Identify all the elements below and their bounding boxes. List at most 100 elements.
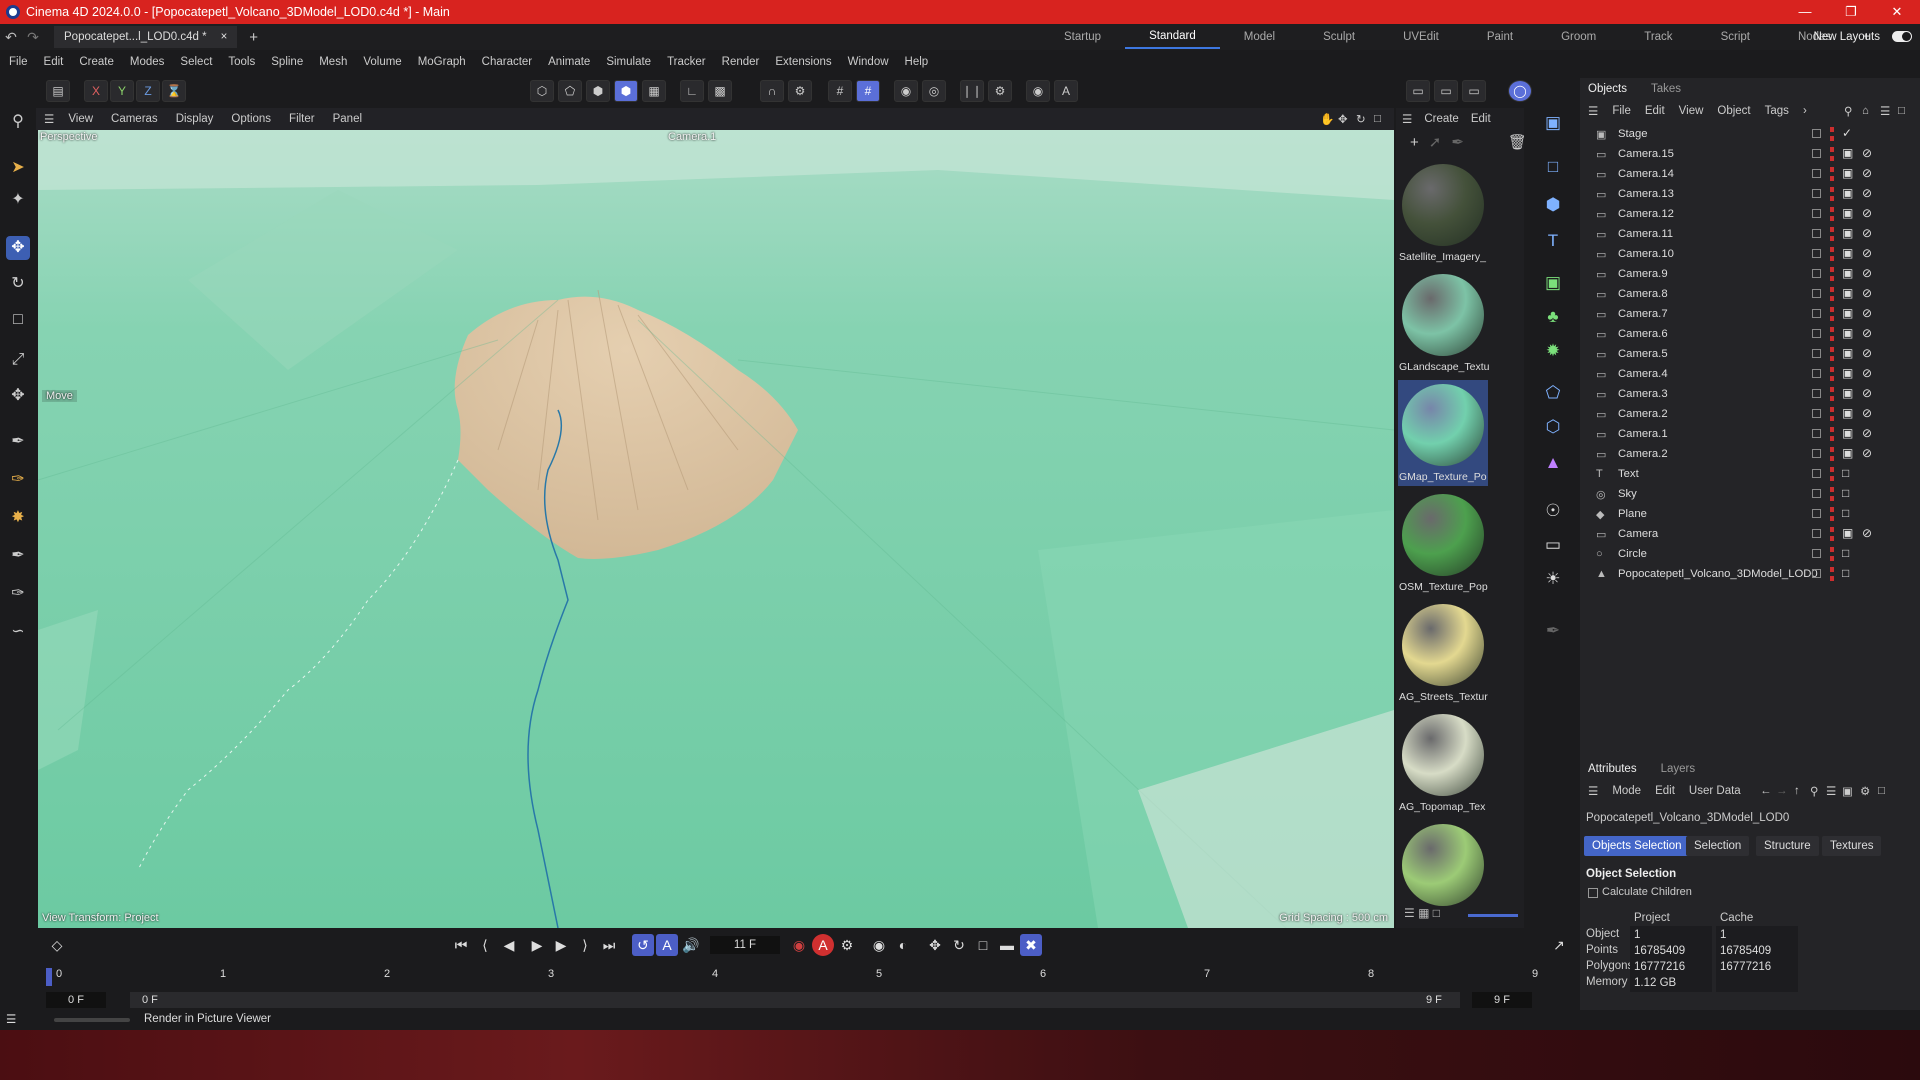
deformer-icon[interactable]: ⬠ [1540, 380, 1566, 406]
viewport-menu-display[interactable]: Display [176, 113, 214, 125]
layout-tab-model[interactable]: Model [1220, 24, 1299, 50]
camera-label[interactable]: Camera.1 [668, 131, 716, 143]
edges-mode-icon[interactable]: ⬠ [558, 80, 582, 102]
key-position-icon[interactable]: ◉ [868, 934, 890, 956]
protection-tag-icon[interactable]: ⊘ [1862, 426, 1872, 440]
menu-character[interactable]: Character [482, 56, 533, 68]
object-row[interactable]: ▭ Camera.13 ▣ ⊘ [1580, 184, 1920, 204]
object-tag-icon[interactable]: ▣ [1842, 446, 1853, 460]
menu-modes[interactable]: Modes [130, 56, 165, 68]
lock-x-axis-button[interactable]: X [84, 80, 108, 102]
menu-render[interactable]: Render [722, 56, 760, 68]
protection-tag-icon[interactable]: ⊘ [1862, 446, 1872, 460]
layer-checkbox[interactable] [1812, 449, 1821, 458]
key-settings-icon[interactable]: ⚙ [836, 934, 858, 956]
object-row[interactable]: ◎ Sky □ [1580, 484, 1920, 504]
new-material-icon[interactable]: + [1410, 134, 1419, 151]
visibility-dots-icon[interactable] [1830, 127, 1834, 141]
object-tag-icon[interactable]: ▣ [1842, 266, 1853, 280]
object-tag-icon[interactable]: ▣ [1842, 366, 1853, 380]
end-frame-field[interactable]: 9 F [1472, 992, 1532, 1008]
layout-tab-uvedit[interactable]: UVEdit [1379, 24, 1463, 50]
visibility-dots-icon[interactable] [1830, 527, 1834, 541]
previous-key-icon[interactable]: ⟨ [474, 934, 496, 956]
timeline-ruler[interactable]: 0 1 2 3 4 5 6 7 8 9 [46, 968, 1576, 990]
layer-checkbox[interactable] [1812, 129, 1821, 138]
protection-tag-icon[interactable]: ⊘ [1862, 226, 1872, 240]
tab-objects[interactable]: Objects [1588, 83, 1627, 95]
protection-tag-icon[interactable]: ⊘ [1862, 186, 1872, 200]
field-icon[interactable]: ⬡ [1540, 414, 1566, 440]
menu-file[interactable]: File [9, 56, 28, 68]
symmetry-settings-icon[interactable]: ⚙ [988, 80, 1012, 102]
layout-tab-paint[interactable]: Paint [1463, 24, 1537, 50]
layer-checkbox[interactable] [1812, 429, 1821, 438]
object-menu-view[interactable]: View [1679, 105, 1704, 117]
tab-attributes[interactable]: Attributes [1588, 763, 1637, 775]
layer-checkbox[interactable] [1812, 309, 1821, 318]
visibility-dots-icon[interactable] [1830, 347, 1834, 361]
object-row[interactable]: ▭ Camera.5 ▣ ⊘ [1580, 344, 1920, 364]
layer-checkbox[interactable] [1812, 569, 1821, 578]
textures-button[interactable]: Textures [1822, 836, 1882, 856]
layout-tab-sculpt[interactable]: Sculpt [1299, 24, 1379, 50]
visibility-dots-icon[interactable] [1830, 567, 1834, 581]
effector-icon[interactable]: ✹ [1540, 338, 1566, 364]
object-tag-icon[interactable]: ▣ [1842, 206, 1853, 220]
param-key-icon[interactable]: ▬ [996, 934, 1018, 956]
protection-tag-icon[interactable]: ⊘ [1862, 206, 1872, 220]
scale-key-icon[interactable]: □ [972, 934, 994, 956]
spline-sketch-icon[interactable]: ✑ [6, 468, 30, 492]
visibility-dots-icon[interactable] [1830, 407, 1834, 421]
up-arrow-icon[interactable]: ↑ [1794, 785, 1800, 797]
attribute-new-window-icon[interactable]: □ [1878, 785, 1885, 797]
lock-icon[interactable]: ▣ [1842, 784, 1853, 798]
layer-checkbox[interactable] [1812, 349, 1821, 358]
layout-tab-standard[interactable]: Standard [1125, 25, 1220, 49]
hair-icon[interactable]: ▲ [1540, 450, 1566, 476]
plugin-icon[interactable]: ✒ [1540, 618, 1566, 644]
viewport-rotate-icon[interactable]: ↻ [1356, 112, 1366, 126]
auto-keying-icon[interactable]: A [1054, 80, 1078, 102]
material-swatch[interactable]: AG_Topomap_Tex [1398, 710, 1488, 816]
cloner-icon[interactable]: ♣ [1540, 304, 1566, 330]
minimize-icon[interactable]: — [1782, 0, 1828, 24]
visibility-dots-icon[interactable] [1830, 187, 1834, 201]
search-icon[interactable]: ⚲ [6, 110, 30, 134]
knife-icon[interactable]: ✑ [6, 582, 30, 606]
render-settings-icon[interactable]: ◎ [922, 80, 946, 102]
material-swatch-selected[interactable]: GMap_Texture_Po [1398, 380, 1488, 486]
protection-tag-icon[interactable]: ⊘ [1862, 346, 1872, 360]
grid-icon[interactable]: # [828, 80, 852, 102]
material-zoom-slider[interactable] [1468, 914, 1518, 917]
previous-frame-icon[interactable]: ◀ [498, 934, 520, 956]
visibility-dots-icon[interactable] [1830, 547, 1834, 561]
layer-checkbox[interactable] [1812, 269, 1821, 278]
layout-tab-track[interactable]: Track [1620, 24, 1696, 50]
status-menu-icon[interactable]: ☰ [6, 1012, 16, 1026]
scale-tool-icon[interactable]: □ [6, 308, 30, 332]
layer-checkbox[interactable] [1812, 169, 1821, 178]
viewport-menu-cameras[interactable]: Cameras [111, 113, 158, 125]
protection-tag-icon[interactable]: ⊘ [1862, 166, 1872, 180]
visibility-dots-icon[interactable] [1830, 507, 1834, 521]
protection-tag-icon[interactable]: ⊘ [1862, 246, 1872, 260]
object-tag-icon[interactable]: ▣ [1842, 306, 1853, 320]
uv-mode-icon[interactable]: ▦ [642, 80, 666, 102]
protection-tag-icon[interactable]: ⊘ [1862, 286, 1872, 300]
object-row[interactable]: ◆ Plane □ [1580, 504, 1920, 524]
object-tag-icon[interactable]: ▣ [1842, 226, 1853, 240]
visibility-dots-icon[interactable] [1830, 247, 1834, 261]
lock-y-axis-button[interactable]: Y [110, 80, 134, 102]
layer-checkbox[interactable] [1812, 209, 1821, 218]
object-row[interactable]: ▭ Camera.6 ▣ ⊘ [1580, 324, 1920, 344]
snap-settings-icon[interactable]: ⚙ [788, 80, 812, 102]
symmetry-icon[interactable]: ❘❘ [960, 80, 984, 102]
object-tag-icon[interactable]: ▣ [1842, 326, 1853, 340]
points-mode-icon[interactable]: ⬡ [530, 80, 554, 102]
model-mode-icon[interactable]: ⬢ [614, 80, 638, 102]
attribute-menu-mode[interactable]: Mode [1612, 785, 1641, 797]
keyframe-mode-icon[interactable]: ◇ [46, 934, 68, 956]
render-view-icon[interactable]: ▭ [1406, 80, 1430, 102]
protection-tag-icon[interactable]: ⊘ [1862, 306, 1872, 320]
